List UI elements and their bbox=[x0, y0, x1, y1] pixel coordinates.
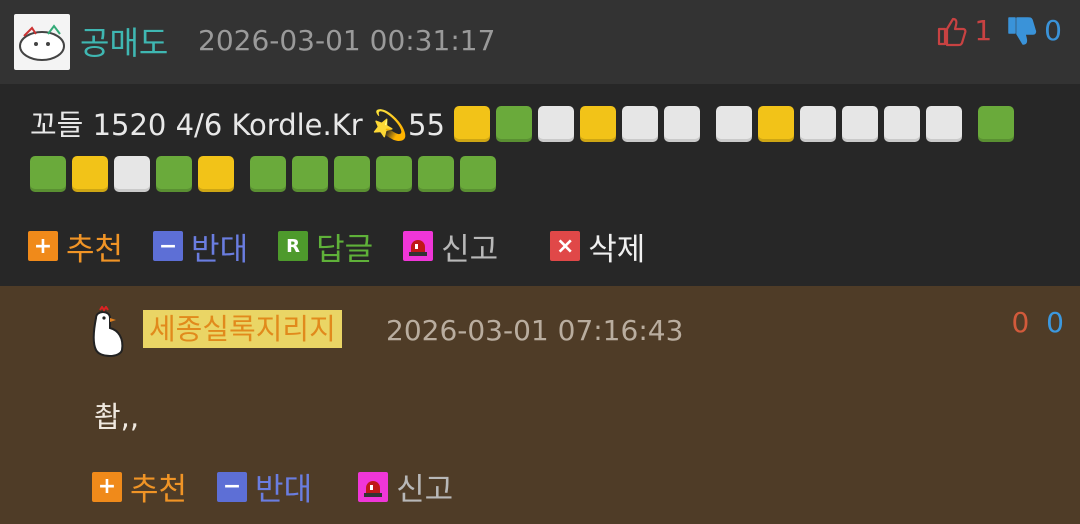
grid-square bbox=[30, 156, 66, 192]
upvote-count[interactable]: 0 bbox=[1011, 306, 1029, 339]
grid-square bbox=[758, 106, 795, 142]
timestamp: 2026-03-01 00:31:17 bbox=[198, 24, 496, 57]
report-label: 신고 bbox=[396, 472, 454, 508]
downvote-count[interactable]: 0 bbox=[1046, 306, 1064, 339]
grid-square bbox=[72, 156, 108, 192]
timestamp: 2026-03-01 07:16:43 bbox=[386, 314, 684, 347]
grid-square bbox=[114, 156, 150, 192]
grid-square bbox=[460, 156, 496, 192]
grid-square bbox=[454, 106, 491, 142]
vote-counts: 0 0 bbox=[1011, 306, 1064, 339]
alarm-icon bbox=[358, 471, 389, 502]
author-name[interactable]: 공매도 bbox=[80, 18, 168, 64]
minus-icon: − bbox=[153, 231, 184, 261]
plus-icon: + bbox=[28, 231, 58, 261]
recommend-label: 추천 bbox=[130, 472, 188, 508]
report-button[interactable]: 신고 bbox=[358, 464, 453, 509]
delete-x-icon: × bbox=[550, 231, 581, 261]
recommend-label: 추천 bbox=[66, 231, 124, 268]
grid-square bbox=[496, 106, 533, 142]
grid-square bbox=[198, 156, 234, 192]
grid-square bbox=[376, 156, 412, 192]
author-name[interactable]: 세종실록지리지 bbox=[143, 310, 342, 348]
grid-square bbox=[800, 106, 837, 142]
grid-square bbox=[664, 106, 701, 142]
comment-header: 공매도 2026-03-01 00:31:17 1 0 bbox=[0, 0, 1080, 84]
grid-square bbox=[622, 106, 659, 142]
avatar[interactable] bbox=[88, 305, 128, 362]
grid-square bbox=[156, 156, 192, 192]
comment-main: 공매도 2026-03-01 00:31:17 1 0 꼬들 1520 4/6 … bbox=[0, 0, 1080, 286]
comment-body: 꼬들 1520 4/6 Kordle.Kr 💫55 bbox=[30, 100, 1060, 200]
recommend-button[interactable]: + 추천 bbox=[28, 224, 123, 269]
oppose-button[interactable]: − 반대 bbox=[217, 464, 312, 509]
downvote-count: 0 bbox=[1044, 14, 1062, 47]
grid-square bbox=[978, 106, 1015, 142]
upvote-count: 1 bbox=[974, 14, 993, 47]
reply-comment: 세종실록지리지 2026-03-01 07:16:43 0 0 촵,, + 추천… bbox=[0, 286, 1080, 524]
grid-square bbox=[842, 106, 879, 142]
reply-text: 촵,, bbox=[94, 400, 140, 434]
oppose-label: 반대 bbox=[255, 472, 313, 508]
grid-square bbox=[716, 106, 753, 142]
thumbs-up-icon[interactable] bbox=[936, 15, 968, 47]
vote-counts: 1 0 bbox=[936, 14, 1062, 47]
grid-square bbox=[926, 106, 963, 142]
grid-square bbox=[418, 156, 454, 192]
grid-square bbox=[884, 106, 921, 142]
oppose-button[interactable]: − 반대 bbox=[153, 224, 248, 269]
delete-label: 삭제 bbox=[588, 231, 646, 268]
grid-square bbox=[580, 106, 617, 142]
comment-text: 꼬들 1520 4/6 Kordle.Kr 💫55 bbox=[30, 108, 445, 142]
grid-square bbox=[334, 156, 370, 192]
minus-icon: − bbox=[217, 471, 248, 502]
reply-r-icon: R bbox=[278, 231, 309, 261]
thumbs-down-icon[interactable] bbox=[1006, 15, 1038, 47]
alarm-icon bbox=[403, 231, 434, 261]
plus-icon: + bbox=[92, 471, 122, 502]
grid-square bbox=[538, 106, 575, 142]
reply-button[interactable]: R 답글 bbox=[278, 224, 373, 269]
grid-square bbox=[292, 156, 328, 192]
report-button[interactable]: 신고 bbox=[403, 224, 498, 269]
oppose-label: 반대 bbox=[191, 231, 249, 268]
delete-button[interactable]: × 삭제 bbox=[550, 224, 645, 269]
comment-actions: + 추천 − 반대 R 답글 신고 × 삭제 bbox=[28, 224, 675, 268]
reply-label: 답글 bbox=[316, 231, 374, 268]
recommend-button[interactable]: + 추천 bbox=[92, 464, 187, 509]
grid-square bbox=[250, 156, 286, 192]
report-label: 신고 bbox=[441, 231, 499, 268]
avatar[interactable] bbox=[14, 14, 70, 70]
reply-actions: + 추천 − 반대 신고 bbox=[92, 464, 483, 509]
